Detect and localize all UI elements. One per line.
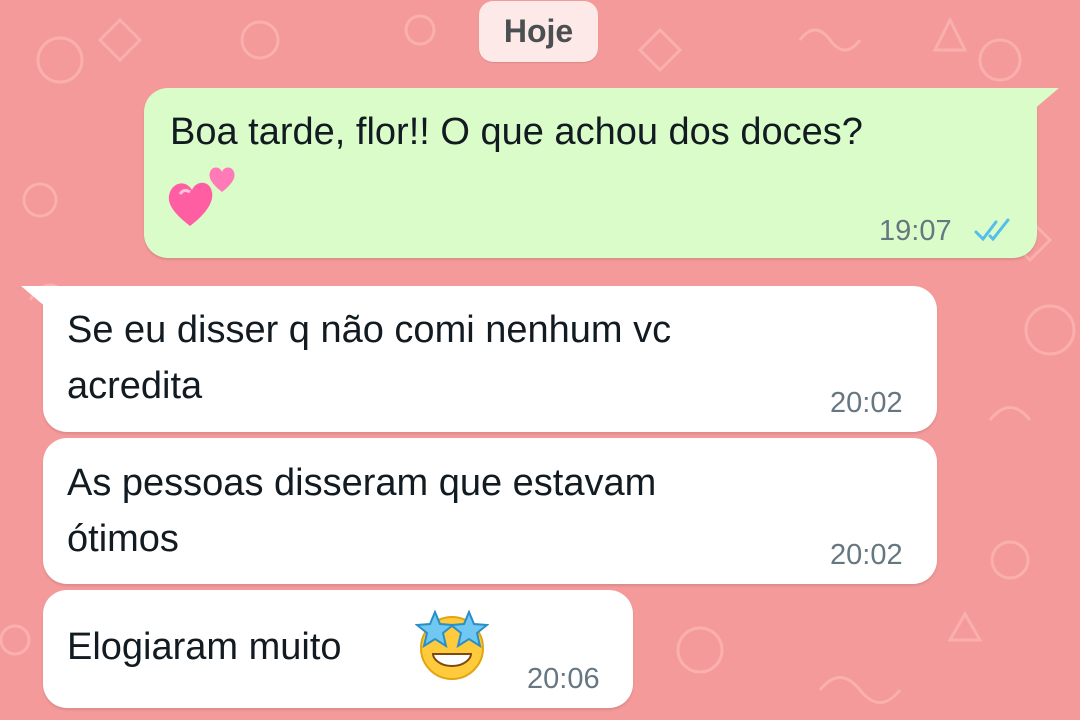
message-timestamp: 20:06 [527, 663, 600, 695]
message-text-line: Se eu disser q não comi nenhum vc [67, 309, 672, 351]
message-text-line: As pessoas disseram que estavam [67, 462, 657, 504]
bubble-tail [1033, 88, 1059, 110]
message-timestamp: 19:07 [879, 215, 952, 247]
message-timestamp: 20:02 [830, 539, 903, 571]
star-struck-emoji-icon [415, 609, 489, 680]
message-text-line: ótimos [67, 518, 179, 560]
message-text-line: acredita [67, 365, 203, 407]
message-text: Boa tarde, flor!! O que achou dos doces? [170, 111, 863, 153]
message-text: Elogiaram muito [67, 626, 342, 668]
two-hearts-emoji-icon [168, 167, 235, 226]
outgoing-message[interactable]: Boa tarde, flor!! O que achou dos doces?… [144, 88, 1059, 258]
date-label: Hoje [503, 13, 574, 49]
date-separator: Hoje [479, 1, 598, 62]
bubble-tail [21, 286, 47, 308]
read-receipt-double-check-icon [974, 218, 1010, 242]
incoming-message[interactable]: Se eu disser q não comi nenhum vc acredi… [21, 286, 937, 432]
incoming-message[interactable]: As pessoas disseram que estavam ótimos 2… [43, 438, 937, 584]
incoming-message[interactable]: Elogiaram muito 20:06 [43, 590, 633, 708]
message-timestamp: 20:02 [830, 387, 903, 419]
